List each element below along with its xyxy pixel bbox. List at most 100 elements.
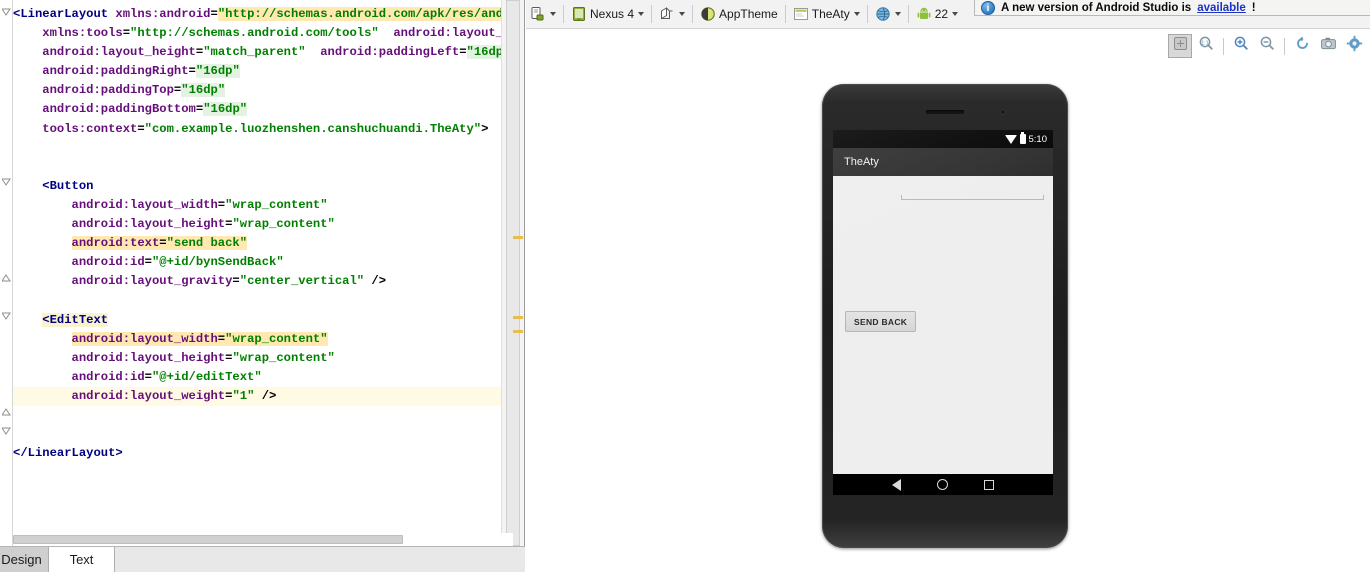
android-status-bar: 5:10 [833,130,1053,148]
code-line[interactable]: tools:context="com.example.luozhenshen.c… [13,120,501,139]
scrollbar-thumb[interactable] [506,0,520,546]
code-line[interactable] [13,291,501,310]
theme-selector-label: AppTheme [719,7,778,21]
recents-square-icon[interactable] [984,479,994,490]
scrollbar-warning-marker[interactable] [513,330,523,333]
code-fold-expand-icon[interactable] [2,274,11,283]
toolbar-separator [866,5,868,23]
android-navigation-bar [833,474,1053,495]
zoom-1-1-icon: 1:1 [1198,35,1215,57]
edittext-tick-right [1043,195,1044,200]
code-fold-collapse-icon[interactable] [2,427,11,436]
front-camera-icon [1000,109,1006,115]
code-text-area[interactable]: <LinearLayout xmlns:android="http://sche… [13,0,501,546]
scrollbar-warning-marker[interactable] [513,236,523,239]
tabs-filler [115,547,525,572]
tab-text[interactable]: Text [48,547,115,572]
battery-icon [1019,132,1026,144]
code-line[interactable]: <Button [13,177,501,196]
device-config-icon [530,6,546,22]
locale-selector[interactable] [871,3,905,26]
code-fold-collapse-icon[interactable] [2,8,11,17]
zoom-out-button[interactable] [1255,34,1279,58]
chevron-down-icon[interactable] [894,12,901,16]
refresh-button[interactable] [1290,34,1314,58]
code-line[interactable]: android:id="@+id/bynSendBack" [13,253,501,272]
code-line[interactable]: xmlns:tools="http://schemas.android.com/… [13,24,501,43]
editor-horizontal-scrollbar[interactable] [13,533,513,546]
screenshot-button[interactable] [1316,34,1340,58]
preview-edit-text[interactable] [901,189,1044,200]
chevron-down-icon[interactable] [853,12,860,16]
code-content[interactable]: <LinearLayout xmlns:android="http://sche… [13,0,501,463]
zoom-to-fit-button[interactable] [1168,34,1192,58]
available-link[interactable]: available [1197,2,1246,14]
xml-editor-pane: <LinearLayout xmlns:android="http://sche… [0,0,525,572]
toolbar-separator [563,5,564,23]
update-notification-balloon[interactable]: i A new version of Android Studio is ava… [974,0,1370,16]
device-screen[interactable]: 5:10 TheAty SEND BACK [833,130,1053,495]
api-level-selector[interactable]: 22 [912,3,962,26]
code-line[interactable]: android:layout_width="wrap_content" [13,196,501,215]
device-selector[interactable]: Nexus 4 [567,3,648,26]
toolbar-separator [692,5,694,23]
code-line[interactable] [13,139,501,158]
code-line[interactable]: android:paddingRight="16dp" [13,62,501,81]
chevron-down-icon[interactable] [952,12,959,16]
code-line[interactable]: android:paddingBottom="16dp" [13,100,501,119]
toolbar-separator [1223,37,1224,55]
theme-selector[interactable]: AppTheme [696,3,782,26]
code-line[interactable]: android:paddingTop="16dp" [13,81,501,100]
code-line[interactable]: <EditText [13,311,501,330]
device-config-button[interactable] [526,3,560,26]
edittext-underline [901,199,1044,200]
device-frame: 5:10 TheAty SEND BACK [822,84,1068,548]
activity-icon [793,6,809,22]
code-line[interactable] [13,425,501,444]
code-line[interactable]: </LinearLayout> [13,444,501,463]
notification-text: A new version of Android Studio is [1001,1,1192,14]
code-fold-expand-icon[interactable] [2,408,11,417]
code-line[interactable]: android:layout_width="wrap_content" [13,330,501,349]
code-line[interactable]: android:layout_height="wrap_content" [13,215,501,234]
scrollbar-warning-marker[interactable] [513,316,523,319]
earpiece-speaker [926,110,964,114]
editor-vertical-scrollbar[interactable] [501,0,524,546]
chevron-down-icon[interactable] [638,12,645,16]
notification-suffix: ! [1251,1,1256,14]
zoom-fit-icon [1172,35,1189,57]
code-line[interactable] [13,406,501,425]
orientation-selector[interactable] [655,3,689,26]
svg-text:1:1: 1:1 [1201,40,1209,46]
preview-send-back-button[interactable]: SEND BACK [845,311,917,332]
code-line[interactable]: android:layout_weight="1" /> [13,386,501,407]
home-circle-icon[interactable] [937,479,948,490]
camera-icon [1320,35,1337,57]
tablet-icon [571,6,587,22]
globe-icon [875,6,891,22]
zoom-out-icon [1259,35,1276,57]
preview-zoom-toolbar: 1:1 [1168,33,1366,59]
code-line[interactable]: android:text="send back" [13,234,501,253]
code-fold-collapse-icon[interactable] [2,178,11,187]
code-line[interactable]: android:layout_gravity="center_vertical"… [13,272,501,291]
code-fold-collapse-icon[interactable] [2,312,11,321]
editor-fold-gutter[interactable] [0,0,13,546]
zoom-in-button[interactable] [1229,34,1253,58]
activity-selector[interactable]: TheAty [789,3,864,26]
code-line[interactable]: android:id="@+id/editText" [13,368,501,387]
code-line[interactable]: android:layout_height="wrap_content" [13,349,501,368]
code-line[interactable]: <LinearLayout xmlns:android="http://sche… [13,5,501,24]
zoom-in-icon [1233,35,1250,57]
render-settings-button[interactable] [1342,34,1366,58]
refresh-icon [1294,35,1311,57]
scrollbar-thumb-horizontal[interactable] [13,535,403,544]
zoom-actual-size-button[interactable]: 1:1 [1194,34,1218,58]
orientation-icon [659,6,675,22]
code-line[interactable] [13,158,501,177]
activity-selector-label: TheAty [811,7,850,21]
chevron-down-icon[interactable] [679,12,686,16]
code-line[interactable]: android:layout_height="match_parent" and… [13,43,501,62]
back-triangle-icon[interactable] [892,478,901,491]
chevron-down-icon[interactable] [550,12,556,16]
